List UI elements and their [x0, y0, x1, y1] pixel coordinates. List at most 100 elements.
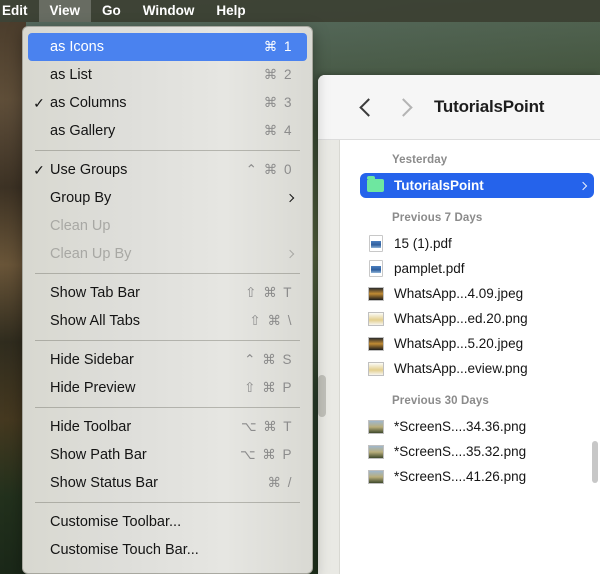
menu-separator: [35, 502, 300, 503]
file-row[interactable]: pamplet.pdf: [340, 256, 600, 281]
screenshot-thumbnail-icon: [368, 420, 384, 434]
menu-item-as-icons[interactable]: as Icons ⌘ 1: [28, 33, 307, 61]
page-title: TutorialsPoint: [434, 97, 544, 117]
menu-item-label: Show Status Bar: [50, 475, 158, 491]
image-thumbnail-icon: [368, 312, 384, 326]
file-row[interactable]: WhatsApp...ed.20.png: [340, 306, 600, 331]
image-thumbnail-icon: [368, 337, 384, 351]
file-name: WhatsApp...eview.png: [394, 361, 528, 376]
menu-item-shortcut: ⌥ ⌘ P: [240, 447, 293, 463]
group-header: Yesterday: [340, 140, 600, 173]
file-row[interactable]: WhatsApp...eview.png: [340, 356, 600, 381]
menu-item-label: Clean Up: [50, 218, 110, 234]
menu-item-label: as Icons: [50, 39, 104, 55]
finder-toolbar: TutorialsPoint: [318, 75, 600, 140]
pdf-file-icon: [366, 259, 385, 278]
menu-separator: [35, 150, 300, 151]
menu-item-label: as Gallery: [50, 123, 115, 139]
menu-item-shortcut: ⌃ ⌘ 0: [246, 162, 293, 178]
menu-item-label: Hide Preview: [50, 380, 135, 396]
menu-item-label: Clean Up By: [50, 246, 131, 262]
view-menu-dropdown: as Icons⌘ 1as List⌘ 2✓as Columns⌘ 3as Ga…: [22, 26, 313, 574]
file-row[interactable]: WhatsApp...4.09.jpeg: [340, 281, 600, 306]
file-row[interactable]: WhatsApp...5.20.jpeg: [340, 331, 600, 356]
menu-item-shortcut: ⌘ 1: [264, 39, 293, 55]
desktop-screen: TutorialsPoint YesterdayTutorialsPointPr…: [0, 0, 600, 574]
finder-sidebar: [318, 75, 340, 574]
screenshot-thumbnail-icon: [366, 417, 385, 436]
file-row-selected[interactable]: TutorialsPoint: [360, 173, 594, 198]
menu-item-show-path-bar[interactable]: Show Path Bar⌥ ⌘ P: [28, 441, 307, 469]
image-thumbnail-icon: [368, 362, 384, 376]
menu-item-shortcut: ⇧ ⌘ T: [245, 285, 293, 301]
chevron-left-icon[interactable]: [359, 98, 377, 116]
chevron-right-icon[interactable]: [579, 181, 587, 189]
file-row[interactable]: 15 (1).pdf: [340, 231, 600, 256]
menu-item-shortcut: ⌘ /: [267, 475, 293, 491]
menu-item-shortcut: ⌘ 2: [264, 67, 293, 83]
image-thumbnail-icon: [366, 359, 385, 378]
folder-icon: [367, 179, 384, 192]
pdf-file-icon: [366, 234, 385, 253]
menu-item-shortcut: ⌃ ⌘ S: [244, 352, 293, 368]
menu-item-hide-toolbar[interactable]: Hide Toolbar ⌥ ⌘ T: [28, 413, 307, 441]
finder-column-view: YesterdayTutorialsPointPrevious 7 Days 15…: [340, 140, 600, 574]
scrollbar-track[interactable]: [591, 141, 600, 574]
menu-item-clean-up-by: Clean Up By: [28, 240, 307, 268]
file-name: 15 (1).pdf: [394, 236, 452, 251]
window-scrollbar-thumb[interactable]: [318, 375, 326, 417]
finder-window: TutorialsPoint YesterdayTutorialsPointPr…: [318, 75, 600, 574]
chevron-right-icon[interactable]: [394, 98, 412, 116]
menu-item-label: Customise Touch Bar...: [50, 542, 199, 558]
navigation-buttons: [362, 101, 410, 114]
menu-item-label: Use Groups: [50, 162, 127, 178]
menu-item-as-gallery[interactable]: as Gallery ⌘ 4: [28, 117, 307, 145]
menu-item-label: Hide Toolbar: [50, 419, 131, 435]
menubar-item-help[interactable]: Help: [205, 0, 256, 22]
scrollbar-thumb[interactable]: [592, 441, 598, 483]
menu-item-shortcut: ⇧ ⌘ \: [249, 313, 293, 329]
menu-item-shortcut: ⇧ ⌘ P: [244, 380, 293, 396]
chevron-right-icon: [286, 250, 294, 258]
checkmark-icon: ✓: [28, 89, 50, 117]
menu-separator: [35, 407, 300, 408]
menu-item-hide-sidebar[interactable]: Hide Sidebar ⌃ ⌘ S: [28, 346, 307, 374]
menu-item-customise-toolbar[interactable]: Customise Toolbar...: [28, 508, 307, 536]
menu-item-label: Hide Sidebar: [50, 352, 134, 368]
menu-separator: [35, 273, 300, 274]
menu-item-customise-touch-bar[interactable]: Customise Touch Bar...: [28, 536, 307, 564]
menu-item-clean-up: Clean Up: [28, 212, 307, 240]
menu-item-group-by[interactable]: Group By: [28, 184, 307, 212]
menu-item-use-groups[interactable]: ✓Use Groups ⌃ ⌘ 0: [28, 156, 307, 184]
menu-item-show-tab-bar[interactable]: Show Tab Bar ⇧ ⌘ T: [28, 279, 307, 307]
file-row[interactable]: *ScreenS....34.36.png: [340, 414, 600, 439]
pdf-file-icon: [369, 260, 383, 277]
menubar-item-edit[interactable]: Edit: [0, 0, 39, 22]
image-thumbnail-icon: [366, 309, 385, 328]
menubar-item-view[interactable]: View: [39, 0, 92, 22]
menu-item-as-list[interactable]: as List⌘ 2: [28, 61, 307, 89]
menubar-item-go[interactable]: Go: [91, 0, 132, 22]
menubar-item-window[interactable]: Window: [132, 0, 206, 22]
pdf-file-icon: [369, 235, 383, 252]
file-name: WhatsApp...4.09.jpeg: [394, 286, 523, 301]
menu-item-show-status-bar[interactable]: Show Status Bar ⌘ /: [28, 469, 307, 497]
file-name: WhatsApp...ed.20.png: [394, 311, 528, 326]
file-name: pamplet.pdf: [394, 261, 465, 276]
screenshot-thumbnail-icon: [366, 442, 385, 461]
file-row[interactable]: *ScreenS....35.32.png: [340, 439, 600, 464]
image-thumbnail-icon: [366, 334, 385, 353]
menu-item-hide-preview[interactable]: Hide Preview ⇧ ⌘ P: [28, 374, 307, 402]
screenshot-thumbnail-icon: [368, 470, 384, 484]
menu-item-shortcut: ⌘ 4: [264, 123, 293, 139]
checkmark-icon: ✓: [28, 156, 50, 184]
file-name: *ScreenS....34.36.png: [394, 419, 526, 434]
menu-item-as-columns[interactable]: ✓as Columns⌘ 3: [28, 89, 307, 117]
group-header: Previous 7 Days: [340, 198, 600, 231]
menu-item-shortcut: ⌥ ⌘ T: [241, 419, 293, 435]
menu-item-show-all-tabs[interactable]: Show All Tabs⇧ ⌘ \: [28, 307, 307, 335]
menu-item-label: Group By: [50, 190, 111, 206]
menu-item-label: Show Tab Bar: [50, 285, 140, 301]
file-row[interactable]: *ScreenS....41.26.png: [340, 464, 600, 489]
file-list: YesterdayTutorialsPointPrevious 7 Days 15…: [340, 140, 600, 489]
